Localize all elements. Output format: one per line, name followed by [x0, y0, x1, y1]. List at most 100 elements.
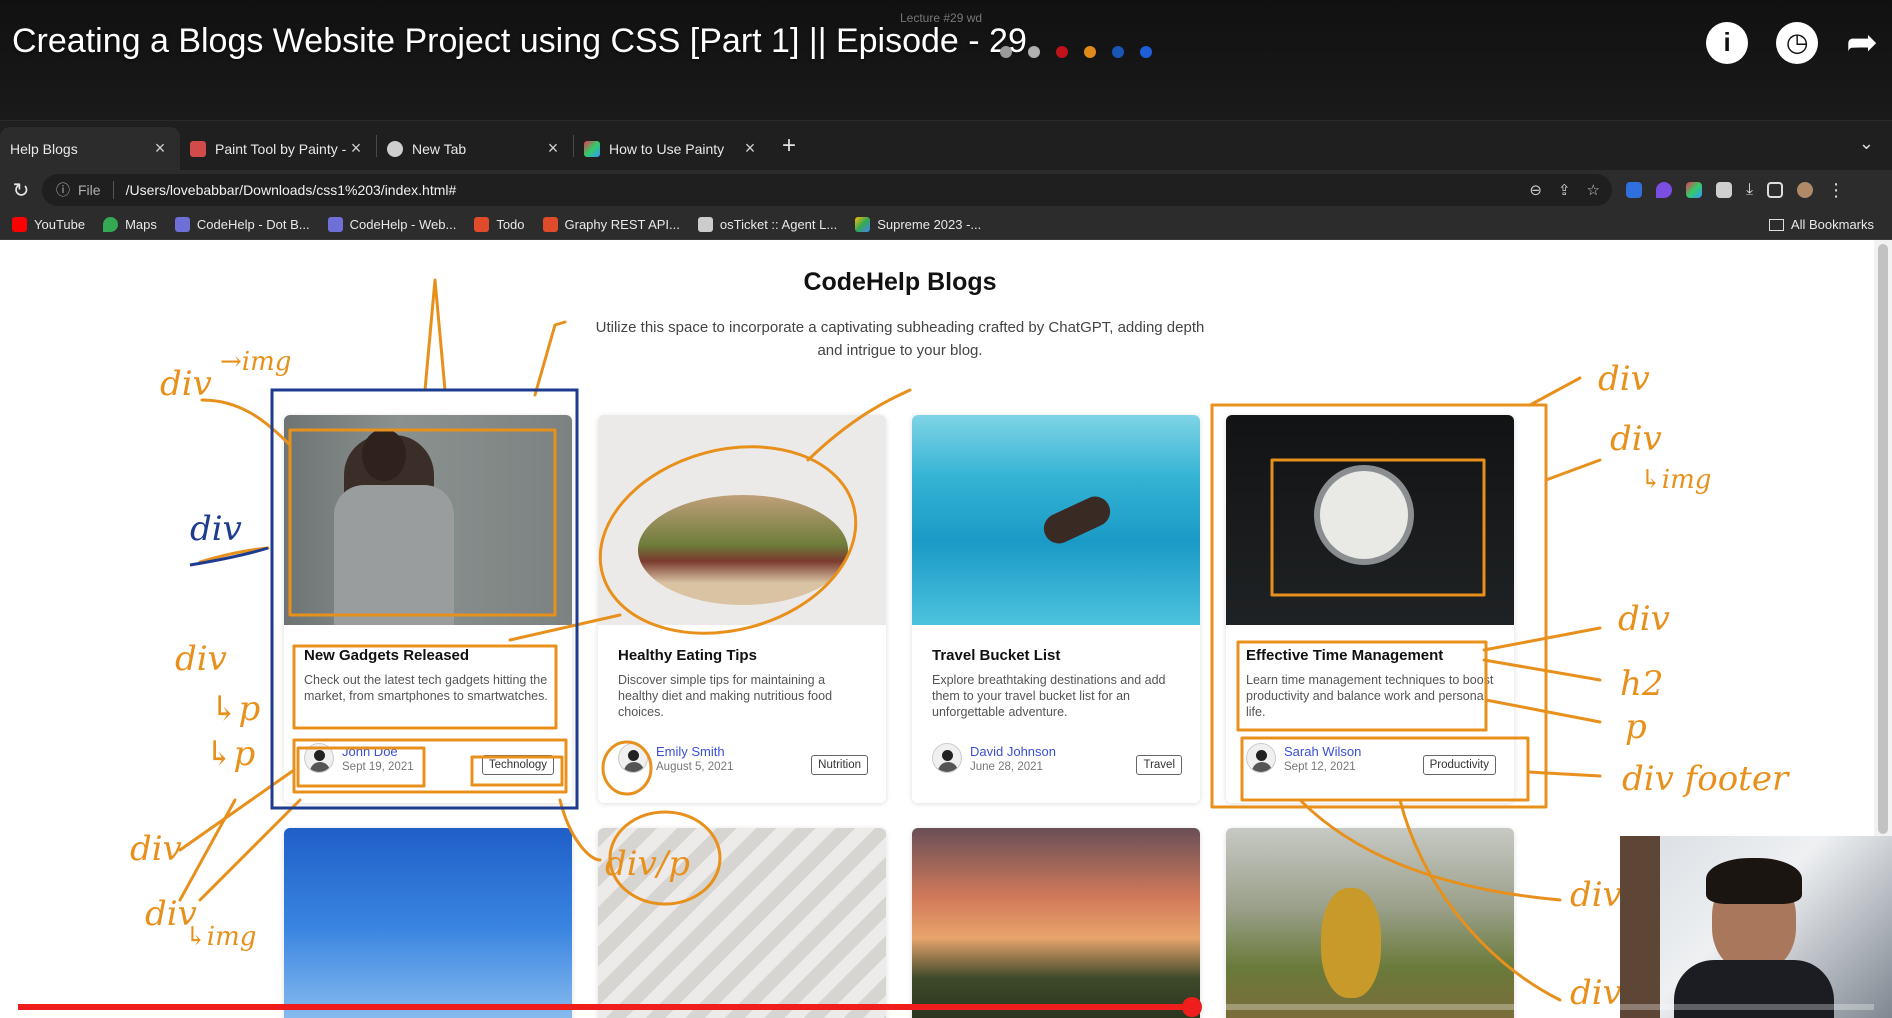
extension-icon[interactable]: [1626, 182, 1642, 198]
sidepanel-icon[interactable]: [1767, 182, 1784, 198]
new-tab-button[interactable]: +: [782, 132, 796, 160]
omnibox-divider: [112, 181, 114, 199]
video-title[interactable]: Creating a Blogs Website Project using C…: [12, 22, 1027, 61]
blog-card-title: Healthy Eating Tips: [618, 647, 757, 664]
category-tag[interactable]: Nutrition: [811, 755, 868, 775]
codehelp-icon: [174, 217, 190, 232]
post-date: June 28, 2021: [970, 760, 1043, 773]
category-tag[interactable]: Technology: [481, 755, 554, 775]
bookmark-label: CodeHelp - Web...: [349, 217, 457, 232]
blog-card-image: [284, 415, 572, 625]
tab-label: New Tab: [412, 140, 467, 157]
blog-card[interactable]: Healthy Eating Tips Discover simple tips…: [598, 415, 886, 803]
blog-card[interactable]: Effective Time Management Learn time man…: [1226, 415, 1514, 803]
category-tag[interactable]: Travel: [1136, 755, 1182, 775]
bookmark-codehelp-dot[interactable]: CodeHelp - Dot B...: [174, 217, 310, 232]
info-icon[interactable]: ⓘ: [56, 180, 70, 200]
palette-swatch[interactable]: [1112, 46, 1124, 58]
video-actions: i ◷ ➦: [1706, 20, 1878, 65]
painty-favicon-icon: [190, 140, 206, 157]
bookmark-maps[interactable]: Maps: [103, 217, 157, 232]
tab-label: Paint Tool by Painty - Chrome: [215, 140, 346, 157]
info-icon[interactable]: i: [1706, 21, 1749, 64]
category-tag[interactable]: Productivity: [1422, 755, 1496, 775]
author-info: Emily Smith August 5, 2021: [656, 744, 733, 773]
palette-swatch[interactable]: [1056, 46, 1068, 58]
blog-card-title: Travel Bucket List: [932, 647, 1061, 664]
close-icon[interactable]: ×: [150, 138, 170, 159]
scrollbar-thumb[interactable]: [1878, 244, 1888, 834]
avatar[interactable]: [1797, 182, 1814, 198]
share-icon[interactable]: ⇪: [1558, 181, 1571, 199]
tab-label: How to Use Painty: [609, 140, 725, 157]
folder-icon: [1768, 218, 1784, 231]
blog-card-image: [912, 415, 1200, 625]
puzzle-icon[interactable]: [1716, 182, 1732, 198]
post-date: Sept 12, 2021: [1284, 760, 1356, 773]
avatar: [304, 743, 334, 773]
share-icon[interactable]: ➦: [1846, 20, 1878, 65]
todo-icon: [474, 217, 490, 232]
tab-help-blogs[interactable]: Help Blogs ×: [0, 126, 180, 171]
palette-swatch[interactable]: [1140, 46, 1152, 58]
all-bookmarks[interactable]: All Bookmarks: [1768, 217, 1874, 232]
kebab-menu-icon[interactable]: ⋮: [1827, 180, 1845, 201]
download-icon[interactable]: ⤓: [1746, 181, 1753, 199]
palette-swatch[interactable]: [1028, 46, 1040, 58]
painty-favicon-icon: [584, 140, 600, 157]
bookmark-graphy[interactable]: Graphy REST API...: [542, 217, 680, 232]
drive-icon: [855, 217, 871, 232]
palette-swatch[interactable]: [1000, 46, 1012, 58]
avatar: [932, 743, 962, 773]
web-page: CodeHelp Blogs Utilize this space to inc…: [0, 240, 1874, 1018]
author-name[interactable]: John Doe: [342, 744, 414, 759]
extension-icon[interactable]: [1656, 182, 1672, 198]
blog-card-title: Effective Time Management: [1246, 647, 1444, 664]
video-progress-bar[interactable]: [18, 997, 1874, 1017]
painty-extension-icon[interactable]: [1686, 182, 1702, 198]
scrubber-handle[interactable]: [1182, 997, 1202, 1017]
bookmark-codehelp-web[interactable]: CodeHelp - Web...: [327, 217, 457, 232]
bookmark-osticket[interactable]: osTicket :: Agent L...: [697, 217, 837, 232]
blog-card-author: Emily Smith August 5, 2021: [618, 743, 733, 773]
blog-card-description: Explore breathtaking destinations and ad…: [932, 673, 1166, 719]
post-date: Sept 19, 2021: [342, 760, 414, 773]
bookmark-supreme[interactable]: Supreme 2023 -...: [855, 217, 981, 232]
blog-card[interactable]: Travel Bucket List Explore breathtaking …: [912, 415, 1200, 803]
reload-icon[interactable]: ↻: [6, 178, 36, 203]
tab-paint-tool[interactable]: Paint Tool by Painty - Chrome ×: [180, 127, 376, 171]
close-icon[interactable]: ×: [346, 138, 366, 159]
tab-new-tab[interactable]: New Tab ×: [377, 127, 573, 171]
youtube-icon: [12, 217, 27, 232]
bookmark-label: YouTube: [34, 217, 86, 232]
graphy-icon: [542, 217, 558, 232]
author-name[interactable]: Sarah Wilson: [1284, 744, 1361, 759]
palette-swatch[interactable]: [1084, 46, 1096, 58]
blog-card[interactable]: [1226, 828, 1514, 1018]
close-icon[interactable]: ×: [740, 138, 760, 159]
blog-card[interactable]: [284, 828, 572, 1018]
progress-fill: [18, 1004, 1191, 1010]
author-name[interactable]: David Johnson: [970, 744, 1056, 759]
address-bar[interactable]: ⓘ File /Users/lovebabbar/Downloads/css1%…: [42, 174, 1612, 206]
url-text[interactable]: /Users/lovebabbar/Downloads/css1%203/ind…: [126, 182, 457, 198]
zoom-icon[interactable]: ⊖: [1529, 181, 1542, 199]
author-name[interactable]: Emily Smith: [656, 744, 733, 759]
close-icon[interactable]: ×: [543, 138, 563, 159]
video-title-bar: Lecture #29 wd Creating a Blogs Website …: [0, 0, 1892, 120]
tab-search-chevron-icon[interactable]: ⌄: [1859, 133, 1874, 154]
toolbar: ↻ ⓘ File /Users/lovebabbar/Downloads/css…: [0, 170, 1892, 210]
blog-card[interactable]: [598, 828, 886, 1018]
clock-icon[interactable]: ◷: [1776, 21, 1819, 64]
blog-card-author: Sarah Wilson Sept 12, 2021: [1246, 743, 1361, 773]
tab-how-to-use-painty[interactable]: How to Use Painty ×: [574, 127, 770, 171]
blog-card[interactable]: [912, 828, 1200, 1018]
blog-card-image: [598, 415, 886, 625]
blog-card-image: [1226, 415, 1514, 625]
maps-icon: [103, 217, 119, 232]
bookmark-todo[interactable]: Todo: [474, 217, 525, 232]
bookmark-youtube[interactable]: YouTube: [12, 217, 85, 232]
bookmark-label: Graphy REST API...: [564, 217, 680, 232]
blog-card[interactable]: New Gadgets Released Check out the lates…: [284, 415, 572, 803]
star-icon[interactable]: ☆: [1587, 181, 1600, 199]
